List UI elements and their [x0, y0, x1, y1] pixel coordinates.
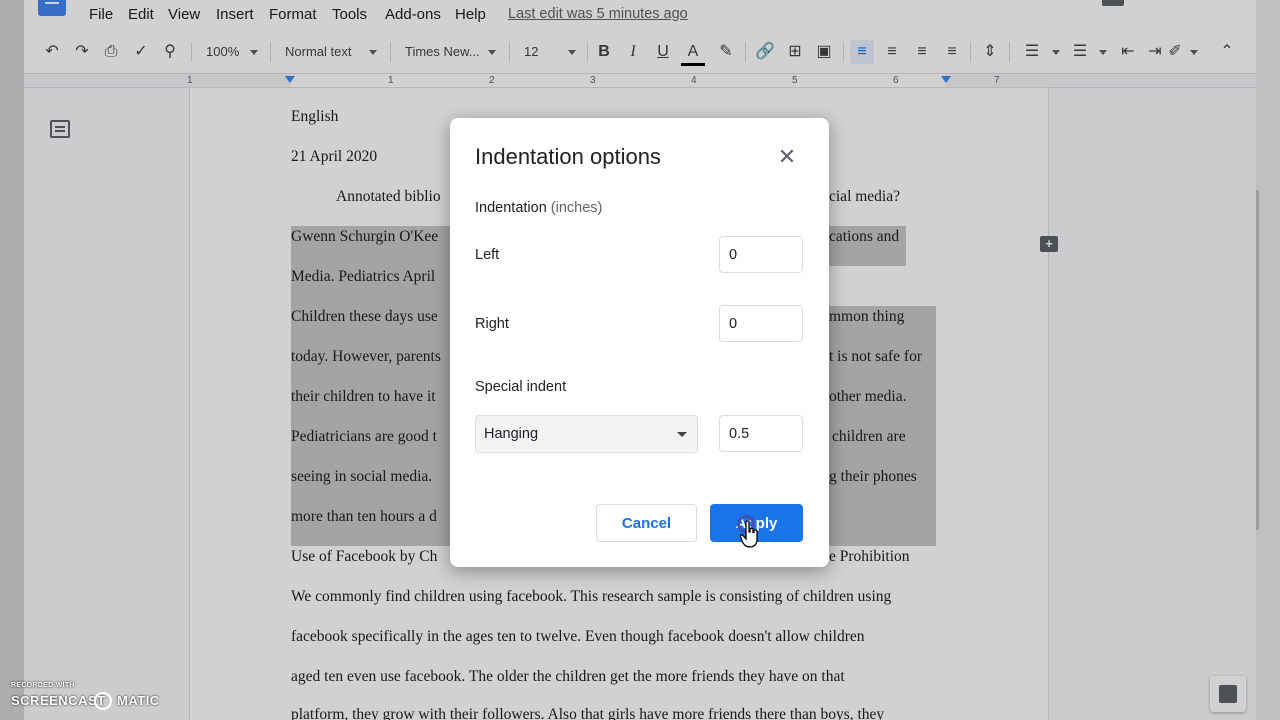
indentation-options-dialog: Indentation options ✕ Indentation (inche…: [450, 118, 829, 567]
special-indent-input[interactable]: [719, 415, 803, 452]
watermark-screencast: SCREENCAST: [11, 693, 106, 708]
indentation-heading: Indentation: [475, 200, 547, 216]
chevron-down-icon: [677, 432, 687, 437]
right-indent-label: Right: [475, 316, 509, 332]
left-indent-label: Left: [475, 247, 500, 263]
watermark-matic: MATIC: [117, 693, 160, 708]
dialog-title: Indentation options: [475, 144, 661, 169]
right-indent-input[interactable]: [719, 305, 803, 342]
watermark-recorded-with: RECORDED WITH: [11, 682, 75, 689]
indentation-section-label: Indentation (inches): [475, 200, 602, 216]
cancel-button[interactable]: Cancel: [596, 504, 697, 542]
left-indent-input[interactable]: [719, 236, 803, 273]
special-indent-label: Special indent: [475, 379, 567, 395]
special-indent-select[interactable]: Hanging: [475, 415, 698, 453]
watermark-logo-icon: [94, 692, 112, 710]
indentation-unit: (inches): [550, 200, 603, 216]
special-indent-value: Hanging: [484, 426, 539, 442]
close-icon[interactable]: ✕: [776, 146, 798, 168]
